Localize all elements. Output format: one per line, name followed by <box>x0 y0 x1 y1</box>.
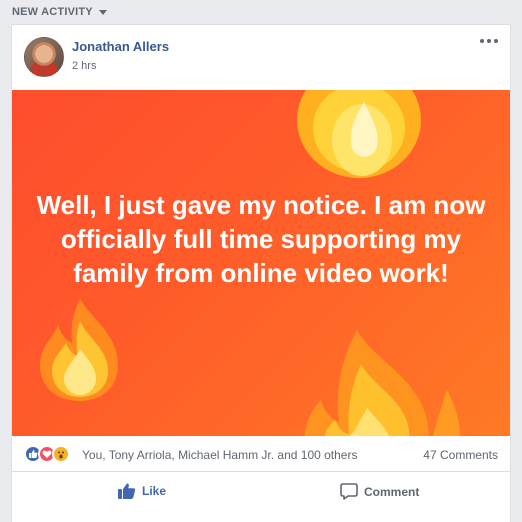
post-body-text: Well, I just gave my notice. I am now of… <box>36 190 486 288</box>
reaction-icons[interactable] <box>24 445 70 463</box>
fire-emoji-icon <box>297 90 421 178</box>
section-label: NEW ACTIVITY <box>12 6 93 18</box>
reaction-names[interactable]: You, Tony Arriola, Michael Hamm Jr. and … <box>82 448 357 462</box>
thumbs-up-icon <box>118 483 136 499</box>
like-label: Like <box>142 484 167 498</box>
post-background-banner: Well, I just gave my notice. I am now of… <box>12 90 510 436</box>
like-button[interactable]: Like <box>118 483 166 499</box>
comment-button[interactable]: Comment <box>340 483 419 500</box>
wow-reaction-icon <box>52 445 70 463</box>
post-timestamp[interactable]: 2 hrs <box>72 60 96 72</box>
speech-bubble-icon <box>340 483 358 500</box>
post-actions: Like Comment <box>12 473 510 513</box>
post-header: Jonathan Allers 2 hrs <box>12 25 510 89</box>
comment-count[interactable]: 47 Comments <box>423 448 498 462</box>
feed-section-header[interactable]: NEW ACTIVITY <box>12 6 107 18</box>
more-options-icon[interactable] <box>480 39 498 43</box>
fire-emoji-icon <box>304 330 461 436</box>
reactions-summary: You, Tony Arriola, Michael Hamm Jr. and … <box>12 436 510 472</box>
fire-emoji-icon <box>40 299 118 401</box>
avatar[interactable] <box>24 37 64 77</box>
author-name[interactable]: Jonathan Allers <box>72 39 169 54</box>
post-card: Jonathan Allers 2 hrs Well, I just gave … <box>11 24 511 522</box>
comment-label: Comment <box>364 484 420 499</box>
chevron-down-icon[interactable] <box>98 10 107 15</box>
